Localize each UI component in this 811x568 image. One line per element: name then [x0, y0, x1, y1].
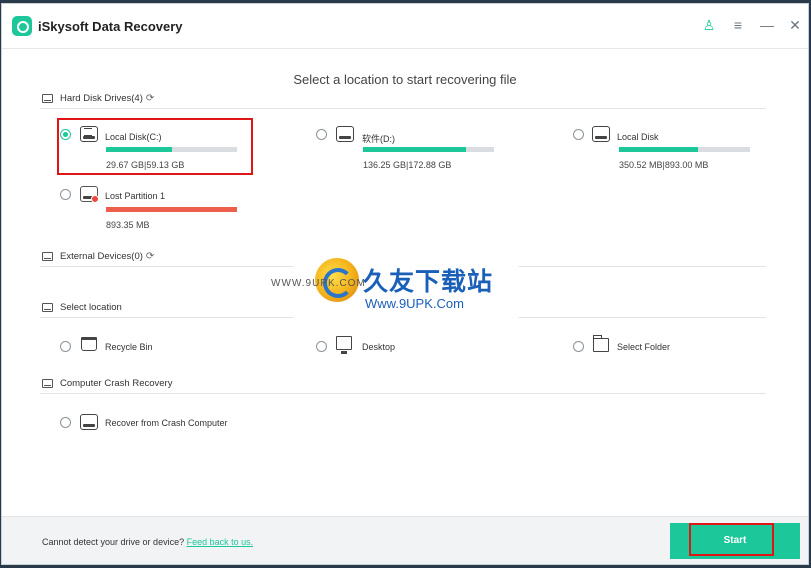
section-crash-label: Computer Crash Recovery — [60, 378, 173, 389]
app-window: iSkysoft Data Recovery ♙ ≡ — ✕ Select a … — [1, 3, 809, 565]
footer-message: Cannot detect your drive or device? — [42, 537, 185, 547]
app-logo-icon — [12, 16, 32, 36]
recycle-bin-label: Recycle Bin — [105, 342, 153, 352]
desktop-label: Desktop — [362, 342, 396, 352]
section-hard-disk-label: Hard Disk Drives(4) — [60, 93, 143, 104]
radio-drive-d[interactable] — [316, 129, 327, 140]
section-hard-disk: Hard Disk Drives(4) ⟳ — [40, 93, 766, 109]
title-bar: iSkysoft Data Recovery ♙ ≡ — ✕ — [2, 4, 808, 49]
folder-icon — [593, 335, 609, 352]
feedback-link[interactable]: Feed back to us. — [187, 537, 254, 547]
desktop-icon — [336, 336, 352, 354]
radio-recycle-bin[interactable] — [60, 341, 71, 352]
local-disk-size: 350.52 MB|893.00 MB — [619, 160, 709, 170]
select-folder-label: Select Folder — [617, 342, 671, 352]
highlight-box — [57, 118, 253, 175]
hard-disk-icon — [42, 94, 53, 103]
lost-badge-icon — [91, 195, 99, 203]
radio-crash-computer[interactable] — [60, 417, 71, 428]
section-select-location-label: Select location — [60, 302, 122, 313]
close-icon[interactable]: ✕ — [786, 16, 804, 34]
drive-d-size: 136.25 GB|172.88 GB — [363, 160, 452, 170]
watermark-small-url: WWW.9UPK.COM — [271, 278, 366, 289]
user-icon[interactable]: ♙ — [700, 16, 718, 34]
refresh-icon[interactable]: ⟳ — [146, 93, 154, 104]
recycle-bin-icon — [81, 337, 97, 351]
radio-desktop[interactable] — [316, 341, 327, 352]
menu-icon[interactable]: ≡ — [729, 16, 747, 34]
drive-icon — [336, 126, 354, 142]
radio-select-folder[interactable] — [573, 341, 584, 352]
section-crash: Computer Crash Recovery — [40, 378, 766, 394]
section-external-label: External Devices(0) — [60, 251, 143, 262]
external-drive-icon — [42, 252, 53, 261]
location-icon — [42, 303, 53, 312]
refresh-icon[interactable]: ⟳ — [146, 251, 154, 262]
minimize-icon[interactable]: — — [758, 16, 776, 34]
local-disk-usage-bar — [619, 147, 750, 152]
lost-partition-size: 893.35 MB — [106, 220, 150, 230]
computer-icon — [42, 379, 53, 388]
crash-computer-icon — [80, 414, 98, 430]
watermark-url: Www.9UPK.Com — [365, 296, 464, 311]
start-button[interactable]: Start — [670, 523, 800, 559]
page-heading: Select a location to start recovering fi… — [293, 72, 517, 87]
watermark: 久友下载站 Www.9UPK.Com WWW.9UPK.COM — [271, 238, 519, 334]
radio-lost-partition[interactable] — [60, 189, 71, 200]
drive-icon — [592, 126, 610, 142]
local-disk-label: Local Disk — [617, 132, 659, 142]
lost-partition-usage-bar — [106, 207, 237, 212]
lost-partition-label: Lost Partition 1 — [105, 191, 166, 201]
app-title: iSkysoft Data Recovery — [38, 19, 183, 34]
drive-d-usage-bar — [363, 147, 494, 152]
crash-computer-label: Recover from Crash Computer — [105, 418, 228, 428]
watermark-title: 久友下载站 — [363, 267, 494, 296]
radio-local-disk[interactable] — [573, 129, 584, 140]
footer: Cannot detect your drive or device? Feed… — [2, 516, 808, 564]
drive-d-label: 软件(D:) — [362, 134, 395, 144]
